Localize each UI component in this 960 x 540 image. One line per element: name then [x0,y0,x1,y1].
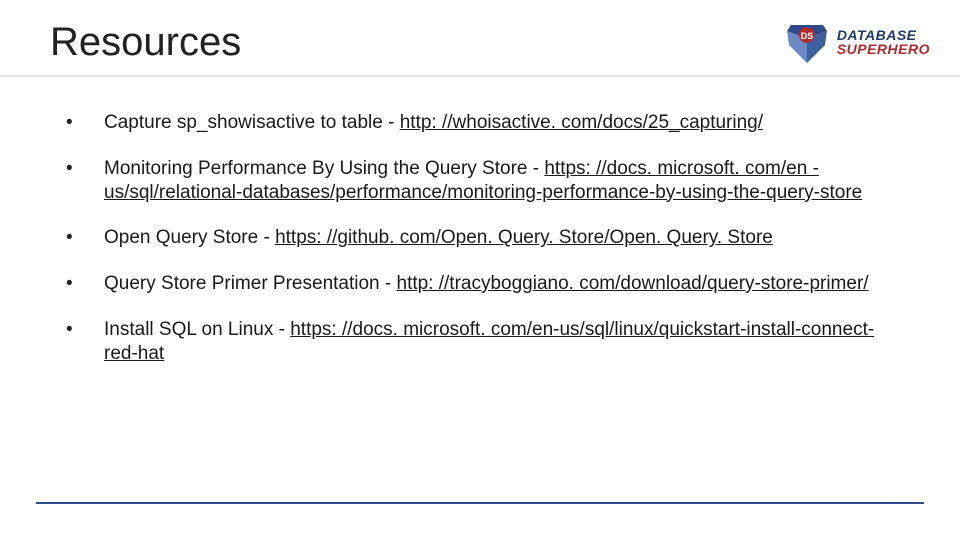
list-item: • Install SQL on Linux - https: //docs. … [60,308,900,378]
logo-badge-icon: DS [783,21,831,65]
bullet-list: • Capture sp_showisactive to table - htt… [60,101,900,377]
logo: DS DATABASE SUPERHERO [783,21,930,65]
bullet-icon: • [60,157,104,205]
svg-text:DS: DS [801,31,814,41]
logo-text: DATABASE SUPERHERO [837,29,930,56]
bullet-text: Open Query Store - [104,227,275,248]
resource-link[interactable]: http: //whoisactive. com/docs/25_capturi… [400,112,763,133]
list-item: • Query Store Primer Presentation - http… [60,262,900,308]
bullet-text: Capture sp_showisactive to table - [104,112,400,133]
bullet-icon: • [60,272,104,296]
list-item: • Open Query Store - https: //github. co… [60,216,900,262]
page-title: Resources [50,20,241,65]
divider-bottom [36,502,924,504]
list-item: • Capture sp_showisactive to table - htt… [60,101,900,147]
bullet-icon: • [60,226,104,250]
bullet-text: Monitoring Performance By Using the Quer… [104,158,544,179]
content: • Capture sp_showisactive to table - htt… [0,77,960,377]
bullet-text: Query Store Primer Presentation - [104,273,397,294]
resource-link[interactable]: http: //tracyboggiano. com/download/quer… [397,273,869,294]
header: Resources DS DATABASE SUPERHERO [0,0,960,75]
resource-link[interactable]: https: //github. com/Open. Query. Store/… [275,227,773,248]
bullet-text: Install SQL on Linux - [104,319,290,340]
bullet-icon: • [60,111,104,135]
list-item: • Monitoring Performance By Using the Qu… [60,147,900,217]
slide: Resources DS DATABASE SUPERHERO • [0,0,960,540]
bullet-icon: • [60,318,104,366]
logo-line2: SUPERHERO [837,43,930,56]
